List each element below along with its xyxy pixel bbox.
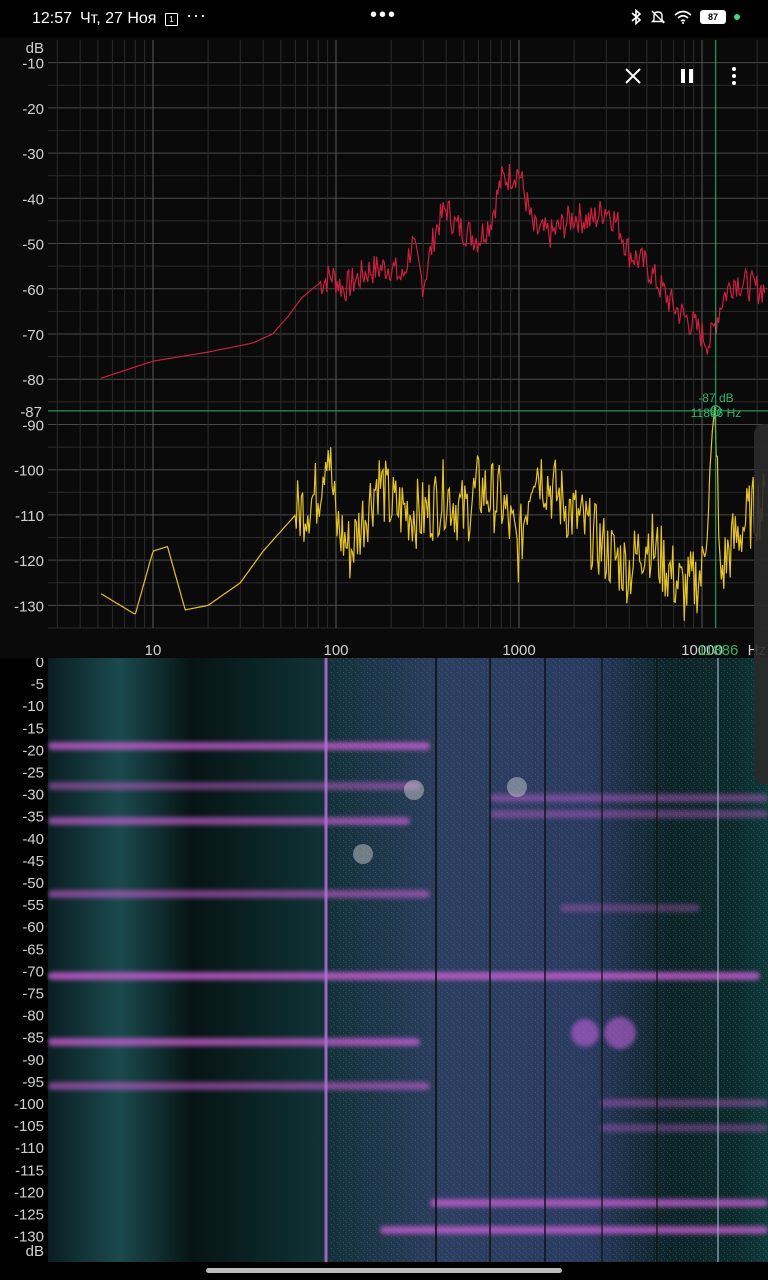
spectrogram-band: [48, 890, 430, 898]
y-tick-label: -70: [22, 327, 44, 344]
status-icons: 87: [630, 9, 740, 25]
spectrogram-y-tick: -25: [22, 765, 44, 782]
spectrogram-y-tick: -70: [22, 963, 44, 980]
spectrogram-y-tick: -10: [22, 698, 44, 715]
y-tick-label: -60: [22, 282, 44, 299]
spectrogram-y-tick: -90: [22, 1052, 44, 1069]
close-icon[interactable]: [621, 64, 645, 88]
spectrogram-y-tick: -40: [22, 831, 44, 848]
peak-spectrum-line: [100, 163, 766, 379]
y-tick-label: -30: [22, 146, 44, 163]
spectrogram-band: [48, 782, 420, 790]
spectrogram-y-tick: -100: [14, 1096, 44, 1113]
spectrogram-band: [48, 817, 410, 825]
spectrogram-band: [560, 904, 700, 912]
mute-bell-icon: [650, 10, 666, 24]
x-tick-label: 10: [145, 642, 162, 658]
spectrogram-y-unit: dB: [26, 1243, 44, 1260]
status-bar: 12:57 Чт, 27 Ноя 1 ··· ••• 87: [0, 0, 768, 38]
spectrogram-y-tick: -20: [22, 742, 44, 759]
navigation-gesture-bar[interactable]: [206, 1268, 562, 1273]
cursor-readout-db: -87 dB: [698, 391, 733, 405]
status-date: Чт, 27 Ноя: [80, 10, 157, 27]
spectrogram-band: [48, 742, 430, 750]
spectrogram-y-tick: -45: [22, 853, 44, 870]
touch-indicator: [507, 777, 527, 797]
touch-indicator: [404, 780, 424, 800]
spectrogram-y-tick: -5: [31, 676, 44, 693]
cursor-db-label: -87: [20, 404, 42, 421]
y-tick-label: -110: [15, 508, 44, 525]
spectrogram-y-tick: 0: [36, 658, 44, 671]
y-tick-label: -100: [14, 463, 44, 480]
spectrogram-y-tick: -60: [22, 919, 44, 936]
spectrogram-y-tick: -110: [15, 1140, 44, 1157]
spectrogram-y-tick: -120: [14, 1184, 44, 1201]
side-scroll-handle[interactable]: [754, 424, 768, 784]
x-tick-label: 1000: [502, 642, 535, 658]
spectrum-panel[interactable]: -10 -20 -30 -40 -50 -60 -70 -80 -90 -100 -110 -120-…: [0, 38, 768, 659]
spectrogram-band: [380, 1226, 768, 1234]
spectrogram-blob: [604, 1017, 636, 1049]
pause-icon[interactable]: [675, 64, 699, 88]
spectrogram-band: [48, 972, 760, 980]
spectrogram-y-tick: -15: [22, 720, 44, 737]
spectrogram-band: [600, 1124, 768, 1132]
spectrogram-blob: [571, 1019, 599, 1047]
battery-icon: 87: [700, 10, 726, 24]
spectrogram-y-tick: -30: [22, 787, 44, 804]
window-menu-dots[interactable]: •••: [370, 4, 397, 27]
live-spectrum-line: [100, 406, 766, 621]
spectrogram-y-tick: -85: [22, 1030, 44, 1047]
spectrogram-y-tick: -50: [22, 875, 44, 892]
wifi-icon: [674, 10, 692, 24]
notification-overflow-icon: ···: [186, 5, 207, 25]
y-tick-label: -40: [22, 191, 44, 208]
y-tick-label: -120: [14, 553, 44, 570]
spectrogram-band: [490, 810, 768, 818]
spectrogram-chart[interactable]: 0 -5 -10 -15 -20 -25 -30 -35 -40 -45 -50 -55 -60 -65 -…: [0, 654, 768, 1262]
calendar-icon: 1: [165, 13, 178, 26]
spectrogram-y-tick: -75: [22, 986, 44, 1003]
y-unit-label: dB: [26, 40, 44, 57]
spectrogram-y-tick: -125: [14, 1207, 44, 1224]
spectrogram-band: [490, 794, 768, 802]
y-tick-label: -80: [22, 372, 44, 389]
y-tick-label: -10: [22, 56, 44, 73]
spectrogram-y-tick: -95: [22, 1074, 44, 1091]
x-tick-label: 100: [323, 642, 348, 658]
spectrogram-panel[interactable]: 0 -5 -10 -15 -20 -25 -30 -35 -40 -45 -50 -55 -60 -65 -…: [0, 654, 768, 1262]
y-tick-label: -50: [22, 237, 44, 254]
spectrogram-y-tick: -55: [22, 897, 44, 914]
spectrogram-y-tick: -80: [22, 1008, 44, 1025]
spectrum-chart[interactable]: -10-20-30-40-50-60-70-80-90-100-110-120-…: [0, 38, 768, 659]
y-tick-label: -20: [22, 101, 44, 118]
cursor-hz-axis-label: 11886: [698, 642, 739, 658]
y-tick-label: -130: [14, 598, 44, 615]
spectrogram-band: [48, 1038, 420, 1046]
cursor-readout-hz: 11886 Hz: [691, 406, 741, 420]
spectrogram-band: [48, 1082, 430, 1090]
more-vert-icon[interactable]: [722, 64, 746, 88]
spectrogram-y-tick: -105: [14, 1118, 44, 1135]
spectrogram-y-tick: -65: [22, 941, 44, 958]
spectrogram-y-tick: -115: [15, 1162, 44, 1179]
bluetooth-icon: [631, 9, 642, 25]
spectrogram-band: [600, 1099, 768, 1107]
privacy-indicator: [734, 14, 740, 20]
spectrogram-y-tick: -35: [22, 809, 44, 826]
touch-indicator: [353, 844, 373, 864]
status-time: 12:57: [32, 10, 73, 27]
